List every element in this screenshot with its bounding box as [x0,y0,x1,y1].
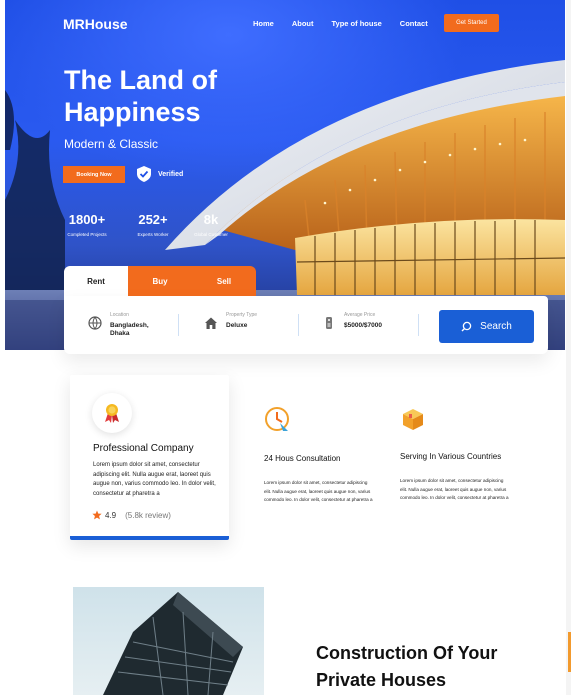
stat-global-customer: 8k Global Customer [191,212,231,237]
card-text: Lorem ipsum dolor sit amet, consectetur … [93,462,216,497]
search-tabs: Rent Buy Sell [64,266,256,296]
feature-title: Serving In Various Countries [400,452,502,461]
tower-image [103,592,243,695]
search-panel: Location Bangladesh, Dhaka Property Type… [64,296,548,354]
stat-label: Experts Worker [137,232,169,237]
average-price-field[interactable]: Average Price $5000/$7000 [322,312,382,330]
feature-text: Lorem ipsum dolor sit amet, consectetur … [264,480,373,502]
stat-value: 252+ [138,212,168,227]
brand-logo[interactable]: MRHouse [63,16,128,32]
nav-link-home[interactable]: Home [253,19,274,28]
tab-buy[interactable]: Buy [128,266,192,296]
location-value: Bangladesh, Dhaka [110,322,149,337]
hero-title: The Land of Happiness [64,65,217,127]
hero-subtitle: Modern & Classic [64,137,159,151]
property-type-label: Property Type [226,312,258,318]
countries-feature: Serving In Various Countries Lorem ipsum… [400,406,510,503]
divider [178,314,179,336]
shield-check-icon [137,166,151,182]
nav-link-contact[interactable]: Contact [400,19,428,28]
search-button-label: Search [480,321,512,332]
main-nav: Home About Type of house Contact [253,19,446,28]
consultation-feature: 24 Hous Consultation Lorem ipsum dolor s… [264,406,374,505]
verified-label: Verified [158,170,184,178]
professional-company-card: Professional Company Lorem ipsum dolor s… [70,375,229,540]
card-rating: 4.9 (5.8k review) [92,510,171,520]
house-icon [205,317,217,329]
award-badge [92,393,132,433]
property-type-field[interactable]: Property Type Deluxe [204,312,257,330]
star-icon [92,510,102,520]
stat-label: Completed Projects [67,232,107,237]
stat-label: Global Customer [194,232,228,237]
nav-link-type-of-house[interactable]: Type of house [332,19,382,28]
divider [298,314,299,336]
page-edge [566,0,571,695]
verified-badge: Verified [136,165,183,183]
booking-now-button[interactable]: Booking Now [63,166,125,183]
feature-title: 24 Hous Consultation [264,454,341,463]
tab-rent[interactable]: Rent [64,266,128,296]
globe-icon [88,316,102,330]
stat-completed-projects: 1800+ Completed Projects [63,212,111,237]
construction-title: Construction Of Your Private Houses [316,643,498,690]
stat-value: 1800+ [68,212,106,227]
feature-text: Lorem ipsum dolor sit amet, consectetur … [400,478,509,500]
average-price-label: Average Price [344,312,376,318]
nav-link-about[interactable]: About [292,19,314,28]
search-icon [461,321,472,332]
location-label: Location [110,312,129,318]
search-button[interactable]: Search [439,310,534,343]
price-tag-icon [326,317,332,329]
clock-icon [265,407,289,431]
award-ribbon-icon [105,404,119,423]
stat-value: 8k [203,212,219,227]
card-title: Professional Company [93,443,194,454]
average-price-value: $5000/$7000 [344,322,382,329]
review-count: (5.8k review) [125,510,171,520]
tab-sell[interactable]: Sell [192,266,256,296]
box-icon [403,409,423,430]
location-field[interactable]: Location Bangladesh, Dhaka [88,312,158,338]
construction-building-image [73,587,264,695]
property-type-value: Deluxe [226,322,248,329]
stat-experts-worker: 252+ Experts Worker [133,212,173,237]
get-started-button[interactable]: Get Started [444,14,499,32]
divider [418,314,419,336]
rating-value: 4.9 [105,510,117,520]
